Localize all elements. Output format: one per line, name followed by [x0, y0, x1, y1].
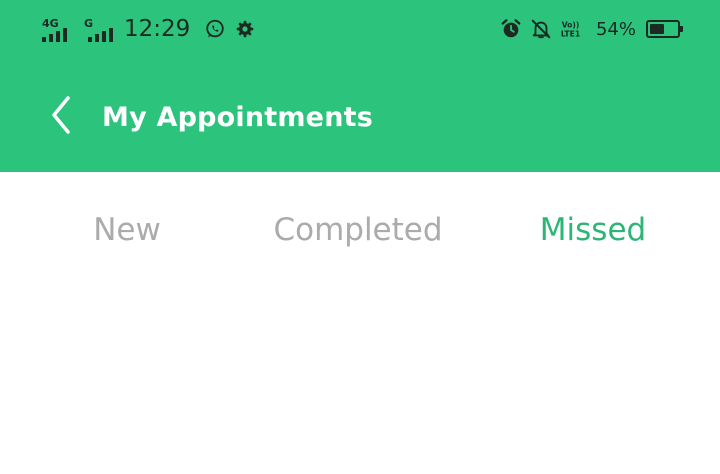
chevron-left-icon [52, 96, 70, 134]
tab-completed[interactable]: Completed [248, 208, 468, 252]
status-bar-right: Vo)) LTE1 54% [500, 12, 683, 46]
signal-bars-icon [42, 28, 67, 42]
alarm-icon [501, 19, 521, 38]
back-button[interactable] [40, 88, 80, 142]
app-header: 4G G 12:29 Vo)) LTE1 54% My Appointments [0, 0, 720, 172]
battery-level-fill [650, 24, 664, 34]
notifications-off-icon [531, 19, 551, 39]
status-bar-left: 4G G 12:29 [42, 12, 264, 46]
battery-percentage: 54% [595, 18, 636, 40]
settings-icon [237, 20, 254, 38]
signal-g-icon: G [84, 16, 114, 42]
page-title: My Appointments [102, 102, 373, 133]
whatsapp-icon [206, 19, 225, 38]
signal-4g-icon: 4G [42, 16, 76, 42]
status-time: 12:29 [124, 16, 191, 42]
volte-label-top: Vo)) [562, 20, 580, 29]
tab-new[interactable]: New [42, 208, 212, 252]
battery-icon [646, 20, 683, 38]
app-bar: My Appointments [0, 58, 720, 172]
appointments-content-area [0, 290, 720, 474]
volte-icon: Vo)) LTE1 [561, 20, 580, 39]
signal-bars-secondary-icon [88, 28, 113, 42]
status-bar: 4G G 12:29 Vo)) LTE1 54% [0, 0, 720, 58]
volte-label-bottom: LTE1 [561, 30, 580, 39]
appointment-tabs: New Completed Missed [0, 172, 720, 290]
tab-missed[interactable]: Missed [508, 208, 678, 252]
